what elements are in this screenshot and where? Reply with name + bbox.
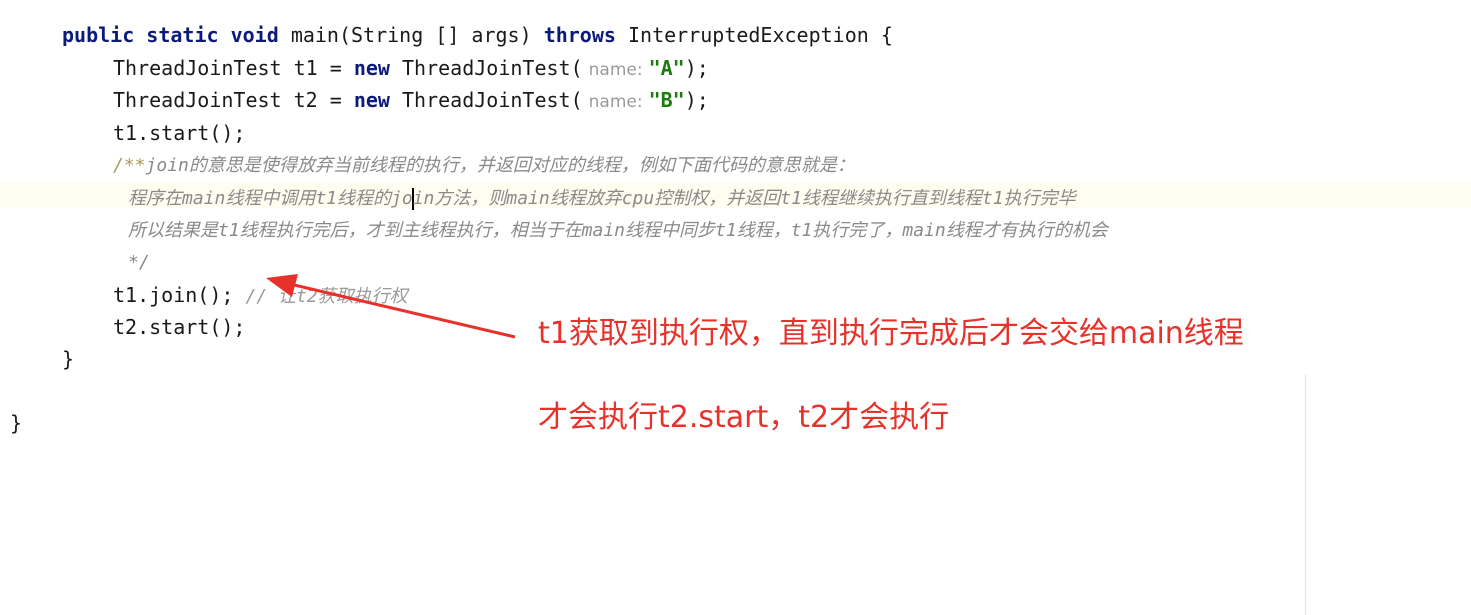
annotation-text-line-2: 才会执行t2.start，t2才会执行	[538, 400, 950, 435]
annotation-text-line-1: t1获取到执行权，直到执行完成后才会交给main线程	[538, 316, 1244, 351]
